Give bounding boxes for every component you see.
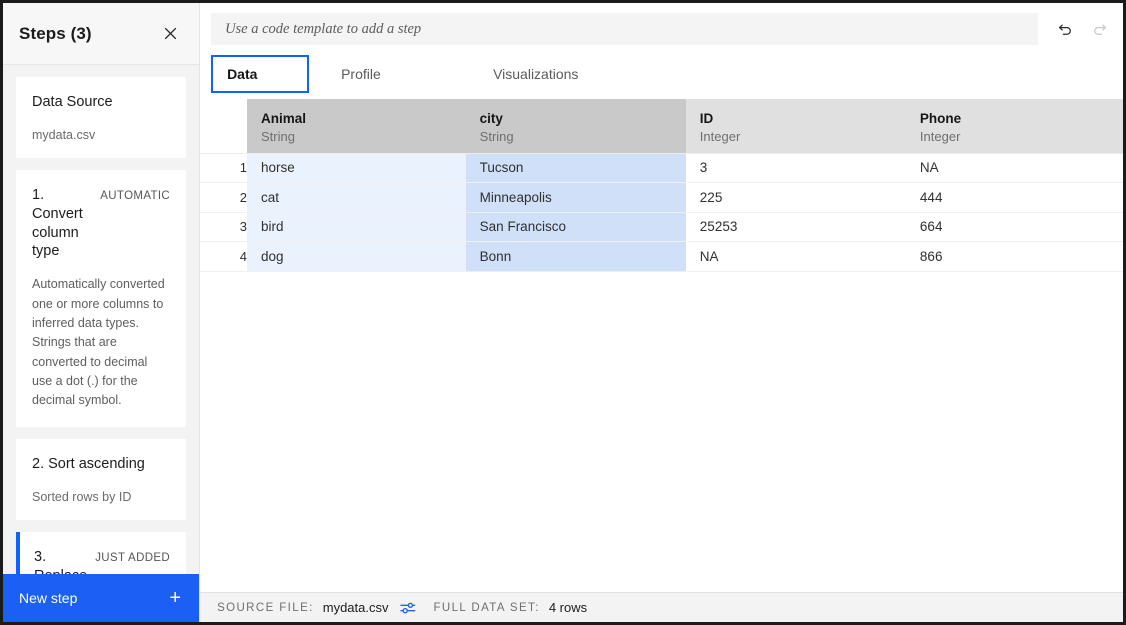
status-footer: SOURCE FILE: mydata.csv FULL DATA SET: 4… [200,592,1123,622]
steps-list[interactable]: Data Source mydata.csv 1. Convert column… [3,65,199,574]
step-1-head: 1. Convert column type AUTOMATIC [32,186,170,261]
new-step-label: New step [19,590,78,606]
step-card-2[interactable]: 2. Sort ascending Sorted rows by ID [16,438,187,520]
data-source-filename: mydata.csv [32,127,96,142]
column-header-phone[interactable]: Phone Integer [905,99,1123,153]
close-icon[interactable] [159,23,181,45]
cell-phone[interactable]: 866 [905,241,1123,272]
table-row[interactable]: 1 horse Tucson 3 NA [200,153,1123,183]
table-row[interactable]: 2 cat Minneapolis 225 444 [200,182,1123,213]
row-number-header [200,99,248,153]
header-row: Animal String city String ID Integer Pho… [200,99,1123,153]
full-data-set-label: FULL DATA SET: [433,601,540,614]
step-3-tag: JUST ADDED [95,551,171,564]
steps-sidebar: Steps (3) Data Source mydata.csv 1. Conv… [3,3,201,622]
row-number: 1 [200,153,248,183]
data-grid-container[interactable]: Animal String city String ID Integer Pho… [200,99,1123,592]
step-2-description: Sorted rows by ID [32,489,132,504]
column-type: String [261,129,295,145]
column-name: Animal [261,111,307,126]
full-data-set-value: 4 rows [548,600,588,615]
code-toolbar [200,3,1123,55]
cell-animal[interactable]: cat [247,182,466,213]
cell-id[interactable]: NA [685,241,906,272]
cell-city[interactable]: San Francisco [465,212,686,242]
step-1-description: Automatically converted one or more colu… [32,277,165,408]
cell-phone[interactable]: 444 [905,182,1123,213]
tab-data[interactable]: Data [211,55,310,93]
step-2-head: 2. Sort ascending [32,455,170,474]
sidebar-title: Steps (3) [19,23,92,43]
table-row[interactable]: 4 dog Bonn NA 866 [200,241,1123,272]
plus-icon: + [169,587,182,609]
row-number: 4 [200,241,248,272]
source-file-value: mydata.csv [322,600,389,615]
cell-animal[interactable]: dog [247,241,466,272]
redo-icon[interactable] [1090,20,1108,38]
data-source-head: Data Source [32,93,170,112]
cell-city[interactable]: Tucson [465,153,686,183]
cell-city[interactable]: Minneapolis [465,182,686,213]
step-3-head: 3. Replace missing values JUST ADDED [34,548,170,574]
cell-animal[interactable]: bird [247,212,466,242]
data-source-title: Data Source [32,94,113,110]
column-name: Phone [919,111,962,126]
data-source-card[interactable]: Data Source mydata.csv [16,77,187,158]
step-1-tag: AUTOMATIC [100,189,171,202]
data-grid: Animal String city String ID Integer Pho… [200,99,1123,272]
source-file-label: SOURCE FILE: [217,601,314,614]
cell-id[interactable]: 3 [685,153,906,183]
cell-phone[interactable]: 664 [905,212,1123,242]
view-tabs: Data Profile Visualizations [200,55,1123,99]
row-number: 2 [200,182,248,213]
data-grid-body: 1 horse Tucson 3 NA 2 cat Minneapolis 22… [200,153,1123,272]
code-template-input[interactable] [211,13,1039,45]
column-name: ID [699,111,714,126]
step-3-title: 3. Replace missing values [34,548,87,574]
column-header-id[interactable]: ID Integer [685,99,906,153]
row-number: 3 [200,212,248,242]
column-type: Integer [919,129,961,145]
undo-icon[interactable] [1056,20,1074,38]
cell-phone[interactable]: NA [905,153,1123,183]
table-row[interactable]: 3 bird San Francisco 25253 664 [200,212,1123,242]
data-grid-header: Animal String city String ID Integer Pho… [200,99,1123,153]
step-2-title: 2. Sort ascending [32,455,145,472]
cell-animal[interactable]: horse [247,153,466,183]
main-panel: Data Profile Visualizations Animal Strin… [200,3,1123,622]
cell-id[interactable]: 25253 [685,212,906,242]
step-card-3[interactable]: 3. Replace missing values JUST ADDED Rep… [16,531,187,574]
column-type: Integer [699,129,741,145]
tab-profile[interactable]: Profile [323,55,421,93]
new-step-button[interactable]: New step + [3,574,200,622]
sidebar-header: Steps (3) [3,3,200,65]
history-controls [1056,20,1108,38]
column-name: city [479,111,503,126]
cell-city[interactable]: Bonn [465,241,686,272]
tab-visualizations[interactable]: Visualizations [475,55,592,93]
column-header-animal[interactable]: Animal String [247,99,466,153]
application-window: Steps (3) Data Source mydata.csv 1. Conv… [3,3,1123,622]
cell-id[interactable]: 225 [685,182,906,213]
column-header-city[interactable]: city String [465,99,686,153]
step-card-1[interactable]: 1. Convert column type AUTOMATIC Automat… [16,169,187,427]
sliders-icon[interactable] [399,601,416,615]
step-1-title: 1. Convert column type [32,186,83,260]
column-type: String [479,129,514,145]
grid-header-underline [200,153,1123,154]
